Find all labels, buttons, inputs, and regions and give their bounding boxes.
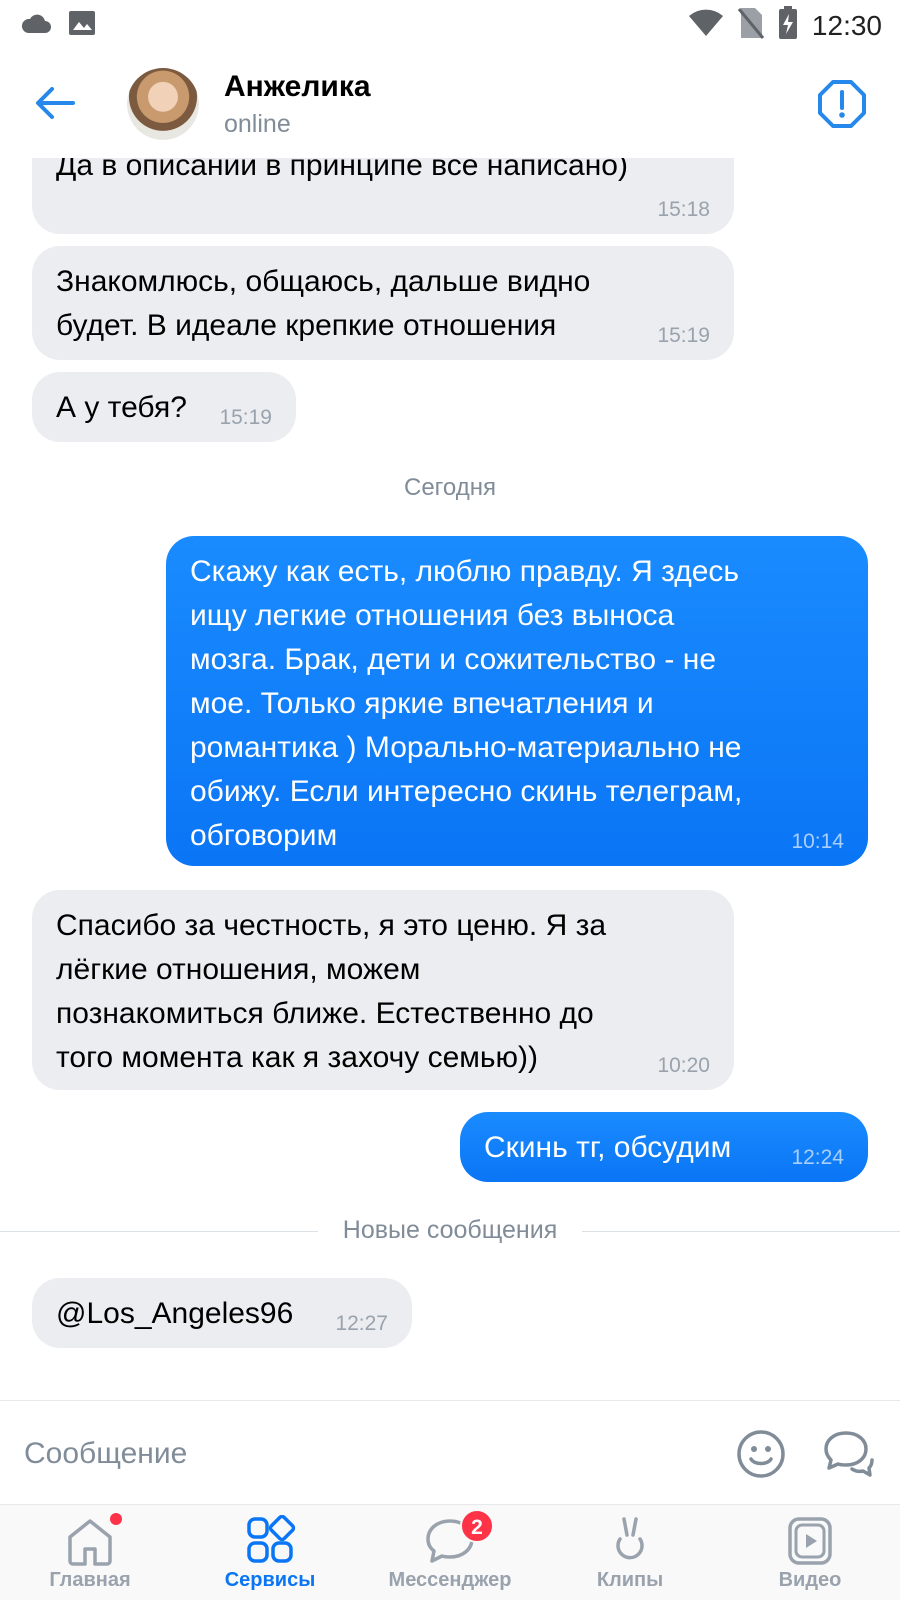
cloud-icon [20,12,52,39]
message-time: 12:27 [335,1312,388,1335]
avatar[interactable] [127,68,199,140]
voice-message-icon [824,1431,874,1477]
message-input[interactable] [24,1429,664,1479]
wifi-icon [688,9,724,42]
back-arrow-icon [36,87,75,119]
report-button[interactable] [816,78,868,130]
emoji-button[interactable] [736,1429,786,1479]
message-incoming[interactable]: А у тебя? 15:19 [32,372,296,442]
notification-dot [110,1513,122,1525]
nav-item-video[interactable]: Видео [720,1505,900,1600]
nav-label: Клипы [596,1569,664,1591]
back-button[interactable] [30,80,80,126]
new-messages-label: Новые сообщения [342,1216,558,1244]
contact-name[interactable]: Анжелика [224,70,371,104]
nav-item-messenger[interactable]: 2 Мессенджер [360,1505,540,1600]
message-text: Скинь тг, обсудим [484,1131,732,1164]
voice-message-button[interactable] [822,1429,874,1479]
message-time: 15:19 [219,406,272,429]
message-time: 10:20 [657,1054,710,1077]
message-time: 10:14 [791,830,844,853]
clips-icon [616,1517,644,1560]
message-text: @Los_Angeles96 [56,1297,294,1330]
message-outgoing[interactable]: Скинь тг, обсудим 12:24 [460,1112,868,1182]
message-time: 15:18 [657,198,710,221]
date-separator: Сегодня [404,474,496,501]
nav-label: Видео [778,1569,842,1591]
message-text: Спасибо за честность, я это ценю. Я за л… [56,909,607,1074]
image-icon [68,10,96,41]
message-incoming[interactable]: Спасибо за честность, я это ценю. Я за л… [32,890,734,1090]
report-alert-icon [818,80,866,128]
new-messages-separator: Новые сообщения [0,1214,900,1248]
message-text: Знакомлюсь, общаюсь, дальше видно будет.… [56,265,591,342]
message-text: Скажу как есть, люблю правду. Я здесь ищ… [190,555,743,852]
services-icon [247,1515,296,1563]
nav-item-clips[interactable]: Клипы [540,1505,720,1600]
nav-item-home[interactable]: Главная [0,1505,180,1600]
status-bar: 12:30 [0,0,900,50]
contact-status: online [224,110,291,138]
message-outgoing[interactable]: Скажу как есть, люблю правду. Я здесь ищ… [166,536,868,866]
nav-label: Сервисы [224,1569,316,1591]
message-composer [0,1400,900,1504]
message-text: А у тебя? [56,391,187,424]
message-time: 15:19 [657,324,710,347]
status-time: 12:30 [811,9,882,41]
bottom-navigation: Главная Сервисы 2 Мессенджер Клипы Видео [0,1504,900,1600]
nav-label: Мессенджер [388,1569,512,1591]
video-icon [788,1517,832,1565]
no-sim-icon [737,7,765,44]
message-incoming[interactable]: @Los_Angeles96 12:27 [32,1278,412,1348]
message-list[interactable]: Да в описании в принципе все написано) 1… [0,158,900,1400]
battery-charging-icon [778,6,798,45]
message-text: Да в описании в принципе все написано) [56,158,628,182]
nav-label: Главная [49,1569,131,1591]
message-incoming[interactable]: Знакомлюсь, общаюсь, дальше видно будет.… [32,246,734,360]
message-time: 12:24 [791,1146,844,1169]
nav-item-services[interactable]: Сервисы [180,1505,360,1600]
chat-header: Анжелика online [0,50,900,158]
emoji-icon [737,1430,785,1478]
unread-badge: 2 [460,1509,494,1543]
message-incoming[interactable]: Да в описании в принципе все написано) 1… [32,158,734,234]
home-icon [68,1519,112,1566]
